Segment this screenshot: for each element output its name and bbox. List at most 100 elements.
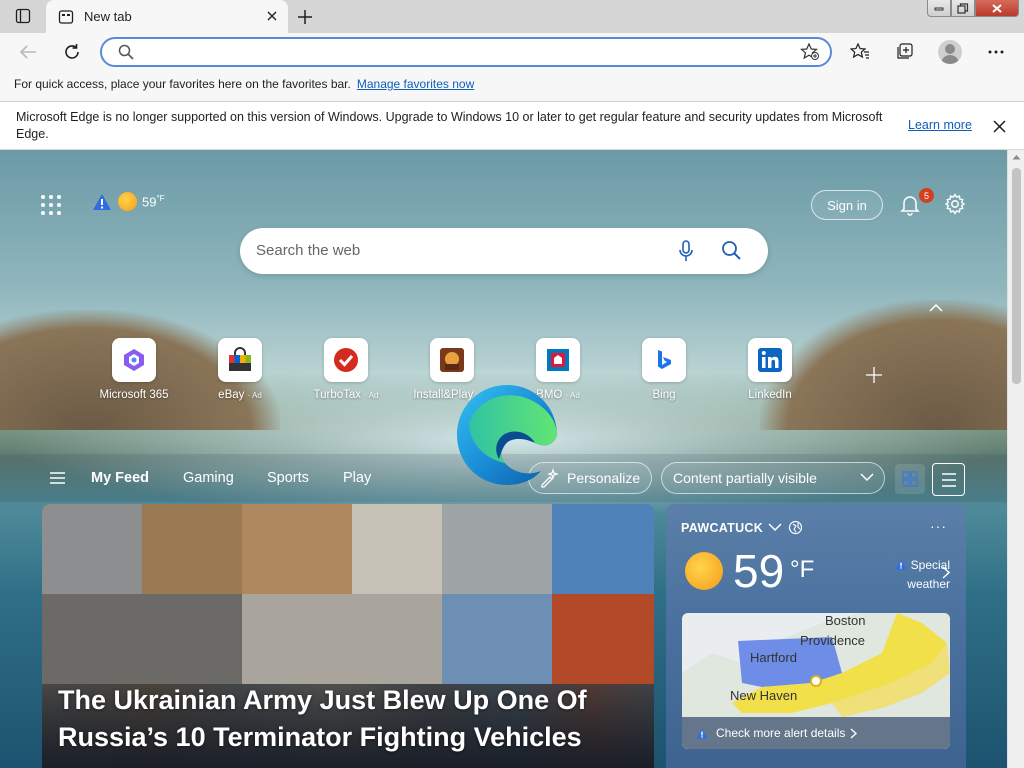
favorites-bar: For quick access, place your favorites h…	[0, 71, 1024, 102]
navigation-toolbar	[0, 33, 1024, 71]
linkedin-icon	[758, 348, 782, 372]
web-search-box[interactable]: Search the web	[240, 228, 768, 274]
quick-link-label: Bing	[652, 389, 676, 401]
address-bar[interactable]	[100, 37, 832, 67]
favorites-bar-text: For quick access, place your favorites h…	[14, 77, 351, 91]
map-label-providence: Providence	[800, 633, 866, 648]
manage-favorites-link[interactable]: Manage favorites now	[357, 77, 474, 91]
refresh-icon[interactable]	[60, 40, 84, 64]
content-visibility-dropdown[interactable]: Content partially visible	[661, 462, 885, 494]
news-image-tile	[42, 594, 242, 684]
location-globe-icon[interactable]	[788, 520, 803, 535]
weather-location[interactable]: PAWCATUCK	[681, 521, 763, 535]
tab-title: New tab	[84, 9, 132, 24]
warning-icon	[696, 728, 708, 738]
weather-temperature: 59	[733, 545, 785, 597]
news-headline[interactable]: The Ukrainian Army Just Blew Up One Of R…	[58, 682, 638, 756]
new-tab-page-icon	[58, 9, 74, 24]
minimize-window-button[interactable]	[927, 0, 951, 17]
quick-link-label: eBay	[218, 389, 245, 401]
title-bar: New tab	[0, 0, 1024, 33]
collections-icon[interactable]	[893, 40, 917, 64]
sunny-icon	[118, 192, 137, 211]
sunny-icon	[685, 552, 723, 590]
chevron-right-icon	[850, 727, 858, 739]
unsupported-os-infobar: Microsoft Edge is no longer supported on…	[0, 102, 1024, 150]
chevron-down-icon	[860, 473, 874, 481]
page-scrollbar[interactable]	[1007, 150, 1024, 768]
news-image-tile	[242, 504, 352, 594]
chevron-down-icon[interactable]	[768, 523, 782, 532]
weather-temperature-unit: °F	[790, 556, 815, 583]
news-image-tile	[442, 594, 552, 684]
learn-more-link[interactable]: Learn more	[908, 118, 972, 132]
search-icon	[118, 44, 134, 63]
news-image-tile	[552, 594, 654, 684]
quick-link-bing[interactable]: Bing	[616, 338, 712, 401]
top-story-card[interactable]: The Ukrainian Army Just Blew Up One Of R…	[42, 504, 654, 768]
menu-hamburger-icon[interactable]	[50, 472, 65, 487]
map-label-hartford: Hartford	[750, 650, 797, 665]
news-image-tile	[442, 504, 552, 594]
turbotax-check-icon	[334, 348, 358, 372]
collapse-chevron-up-icon[interactable]	[929, 300, 943, 315]
map-label-new-haven: New Haven	[730, 688, 798, 703]
restore-window-button[interactable]	[951, 0, 975, 17]
weather-summary[interactable]: 59°F	[92, 192, 165, 211]
infobar-message: Microsoft Edge is no longer supported on…	[16, 110, 883, 141]
weather-alert-map[interactable]: Boston Providence Hartford New Haven Che…	[682, 613, 950, 749]
close-infobar-icon[interactable]	[991, 118, 1007, 134]
special-weather-alert[interactable]: Special weather	[874, 556, 950, 594]
microsoft-365-icon	[124, 349, 144, 371]
scroll-up-arrow-icon[interactable]	[1012, 154, 1021, 160]
content-visibility-value: Content partially visible	[673, 470, 817, 486]
tab-my-feed[interactable]: My Feed	[91, 470, 149, 486]
sign-in-button[interactable]: Sign in	[811, 190, 883, 220]
back-arrow-icon[interactable]	[16, 40, 40, 64]
grid-view-icon[interactable]	[895, 464, 925, 494]
bmo-icon	[547, 349, 569, 371]
quick-link-label: LinkedIn	[748, 389, 792, 401]
app-launcher-icon[interactable]	[41, 195, 61, 215]
chevron-right-icon[interactable]	[942, 566, 950, 579]
news-image-tile	[352, 504, 442, 594]
favorites-icon[interactable]	[848, 40, 872, 64]
mini-temperature: 59	[142, 194, 157, 210]
quick-link-microsoft-365[interactable]: Microsoft 365	[86, 338, 182, 401]
notification-count-badge: 5	[919, 188, 934, 203]
bing-icon	[658, 350, 671, 369]
news-image-tile	[242, 594, 442, 684]
quick-link-ebay[interactable]: eBay · Ad	[192, 338, 288, 401]
check-alert-details-link[interactable]: Check more alert details	[682, 717, 950, 749]
gear-icon[interactable]	[944, 193, 966, 218]
quick-link-label: Microsoft 365	[99, 389, 169, 401]
game-icon	[440, 348, 464, 372]
tab-sports[interactable]: Sports	[267, 470, 309, 486]
new-tab-plus-icon[interactable]	[294, 6, 316, 28]
warning-icon	[93, 193, 111, 210]
quick-link-turbotax[interactable]: TurboTax · Ad	[298, 338, 394, 401]
microphone-icon[interactable]	[678, 240, 694, 265]
personalize-label: Personalize	[567, 470, 641, 486]
tab-actions-icon[interactable]	[14, 7, 32, 25]
add-favorite-star-icon[interactable]	[800, 42, 820, 64]
close-window-button[interactable]	[975, 0, 1019, 17]
weather-more-options-icon[interactable]: ···	[930, 518, 947, 534]
profile-avatar[interactable]	[938, 40, 962, 64]
search-placeholder: Search the web	[256, 242, 361, 259]
notifications-bell-icon[interactable]	[900, 194, 920, 219]
tab-play[interactable]: Play	[343, 470, 371, 486]
more-options-icon[interactable]	[984, 40, 1008, 64]
add-quick-link-plus-icon[interactable]	[865, 366, 883, 387]
mini-temperature-unit: °F	[156, 193, 165, 203]
close-tab-icon[interactable]	[264, 8, 280, 24]
list-view-icon[interactable]	[932, 463, 965, 496]
check-alert-details-label: Check more alert details	[716, 726, 846, 740]
tab-gaming[interactable]: Gaming	[183, 470, 234, 486]
warning-icon	[895, 559, 907, 570]
scrollbar-thumb[interactable]	[1012, 168, 1021, 384]
search-icon[interactable]	[721, 240, 742, 264]
quick-link-linkedin[interactable]: LinkedIn	[722, 338, 818, 401]
tab-new-tab[interactable]: New tab	[46, 0, 288, 33]
map-label-boston: Boston	[825, 613, 866, 628]
